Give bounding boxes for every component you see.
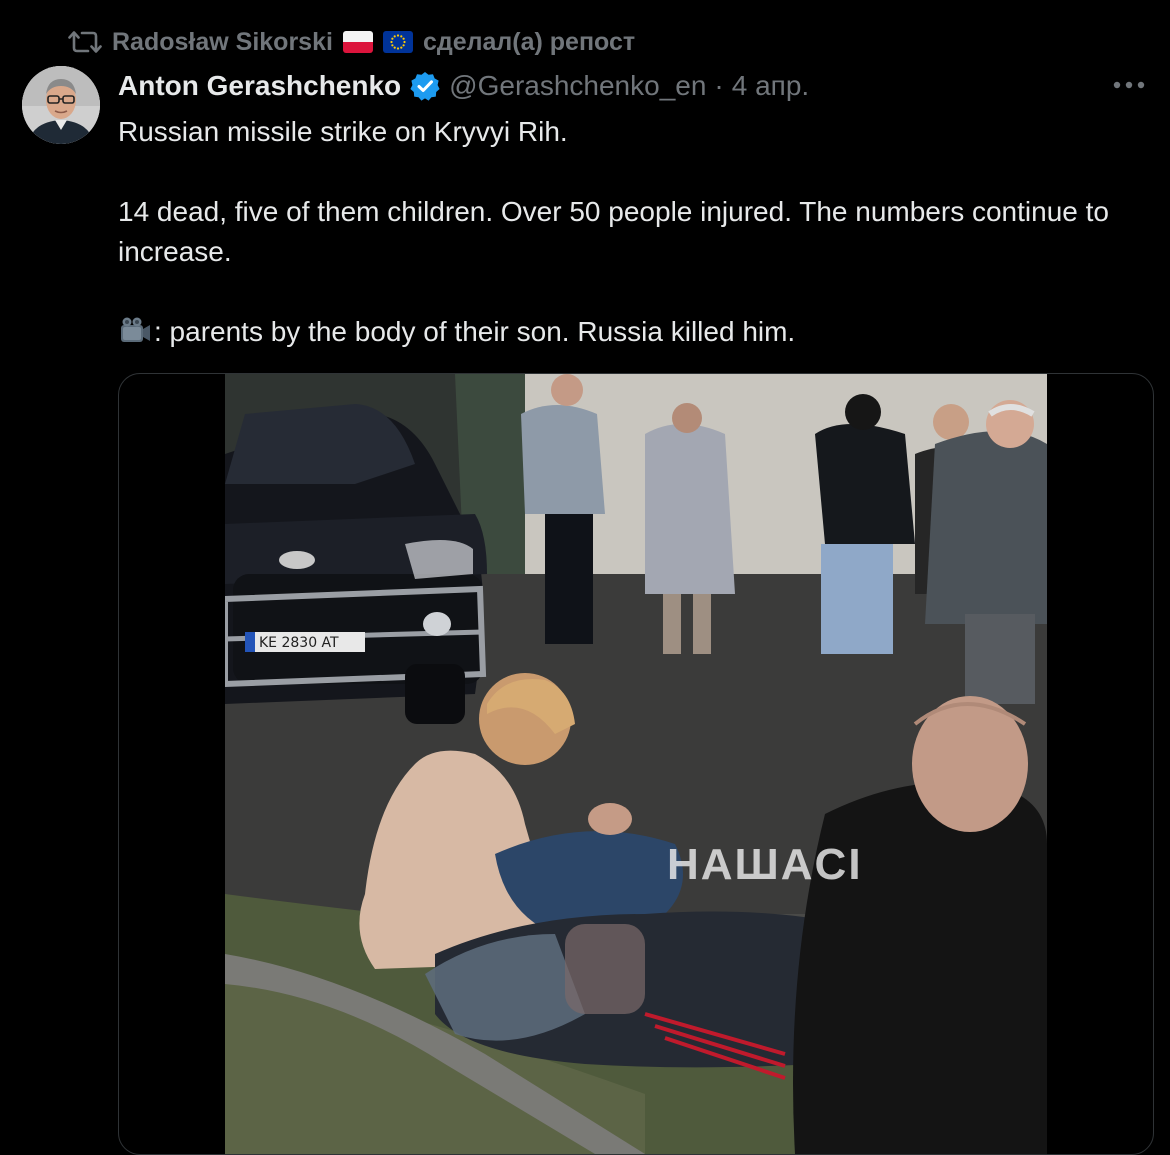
video-watermark: HAШACI	[667, 840, 863, 889]
repost-icon	[68, 27, 102, 57]
tweet-text: Russian missile strike on Kryvyi Rih. 14…	[118, 112, 1118, 352]
tweet-text-line: : parents by the body of their son. Russ…	[118, 312, 1118, 352]
video-frame: KE 2830 AT	[225, 374, 1047, 1154]
avatar[interactable]	[22, 66, 100, 144]
verified-badge-icon[interactable]	[409, 70, 441, 102]
media-card[interactable]: KE 2830 AT HAШACI	[118, 373, 1154, 1155]
tweet-header: Anton Gerashchenko @Gerashchenko_en · 4 …	[118, 66, 809, 106]
license-plate: KE 2830 AT	[259, 635, 339, 651]
tweet-text-line: Russian missile strike on Kryvyi Rih.	[118, 116, 568, 147]
repost-indicator[interactable]: Radosław Sikorski сделал(а) репост	[68, 24, 635, 60]
tweet-text-caption: : parents by the body of their son. Russ…	[154, 316, 796, 347]
tweet-text-line: 14 dead, five of them children. Over 50 …	[118, 196, 1109, 267]
video-camera-icon	[118, 316, 152, 346]
eu-flag-icon	[382, 31, 413, 53]
video-player[interactable]: KE 2830 AT HAШACI	[225, 374, 1047, 1154]
tweet-timestamp[interactable]: 4 апр.	[732, 70, 809, 102]
tweet[interactable]: Radosław Sikorski сделал(а) репост Anton…	[0, 0, 1170, 1155]
repost-action-text: сделал(а) репост	[422, 27, 636, 56]
author-display-name[interactable]: Anton Gerashchenko	[118, 70, 401, 102]
reposter-name[interactable]: Radosław Sikorski	[112, 28, 333, 57]
header-separator: ·	[714, 70, 724, 101]
more-icon[interactable]	[1112, 70, 1146, 100]
author-handle[interactable]: @Gerashchenko_en	[449, 70, 706, 102]
poland-flag-icon	[342, 31, 373, 53]
